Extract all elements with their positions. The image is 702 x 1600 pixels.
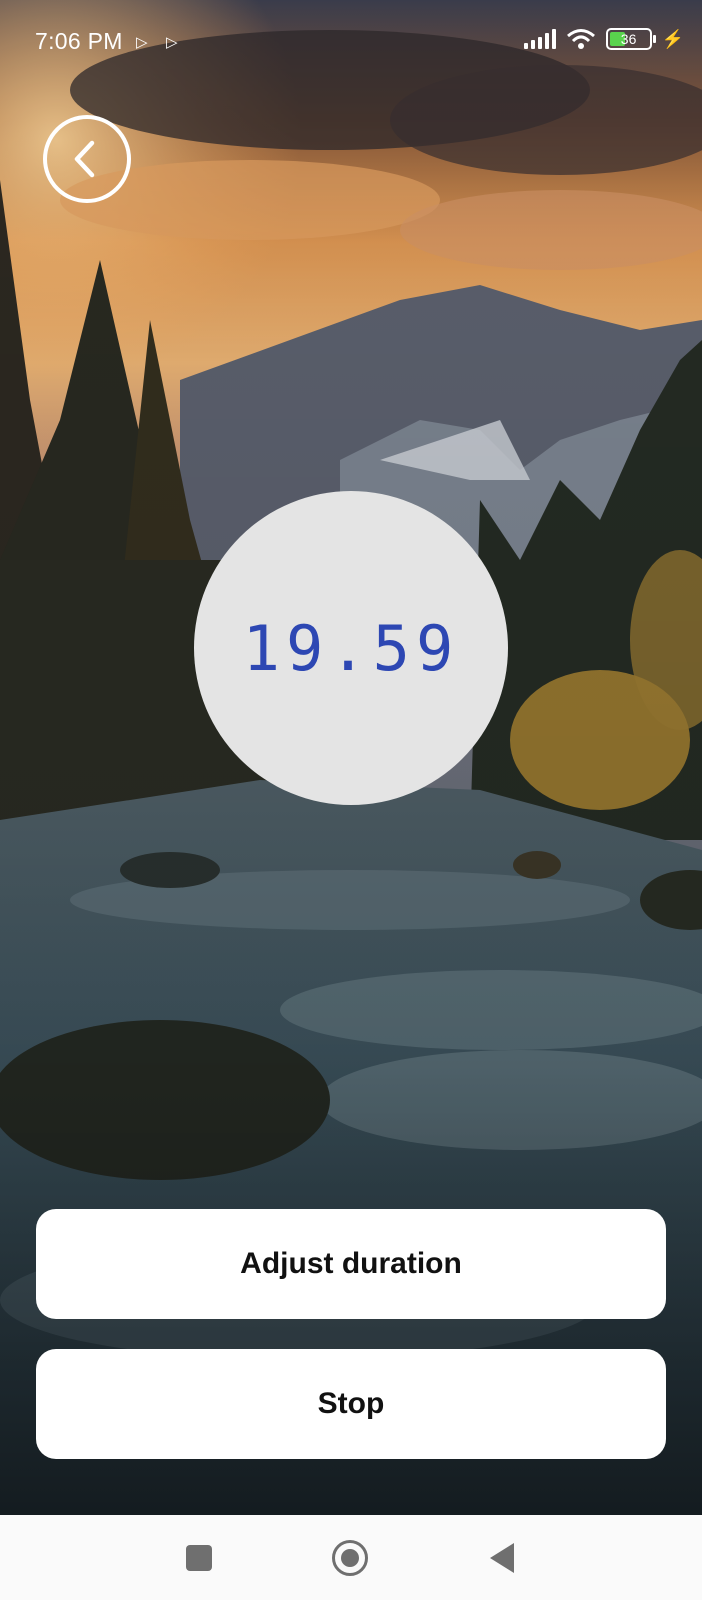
chevron-left-icon <box>74 140 95 178</box>
home-circle-icon[interactable] <box>332 1540 368 1576</box>
meditation-timer-screen: 7:06 PM ▷ ▷ 36 ⚡ 19.59 Adjust duration S… <box>0 0 702 1515</box>
charging-bolt-icon: ⚡ <box>661 28 684 49</box>
adjust-duration-button[interactable]: Adjust duration <box>36 1209 666 1319</box>
timer-value: 19.59 <box>242 611 460 685</box>
back-button[interactable] <box>43 115 131 203</box>
stop-button[interactable]: Stop <box>36 1349 666 1459</box>
play-notification-icon: ▷ <box>166 34 178 51</box>
play-notification-icon: ▷ <box>136 34 148 51</box>
battery-icon: 36 <box>605 28 656 50</box>
back-triangle-icon[interactable] <box>490 1543 514 1573</box>
signal-icon <box>523 29 556 49</box>
status-icons: 36 ⚡ <box>523 28 684 50</box>
recents-square-icon[interactable] <box>186 1545 212 1571</box>
timer-display-circle: 19.59 <box>194 491 508 805</box>
wifi-icon <box>566 29 595 49</box>
status-bar: 7:06 PM ▷ ▷ 36 ⚡ <box>0 0 702 84</box>
battery-level: 36 <box>620 31 637 47</box>
status-time: 7:06 PM <box>35 28 123 54</box>
